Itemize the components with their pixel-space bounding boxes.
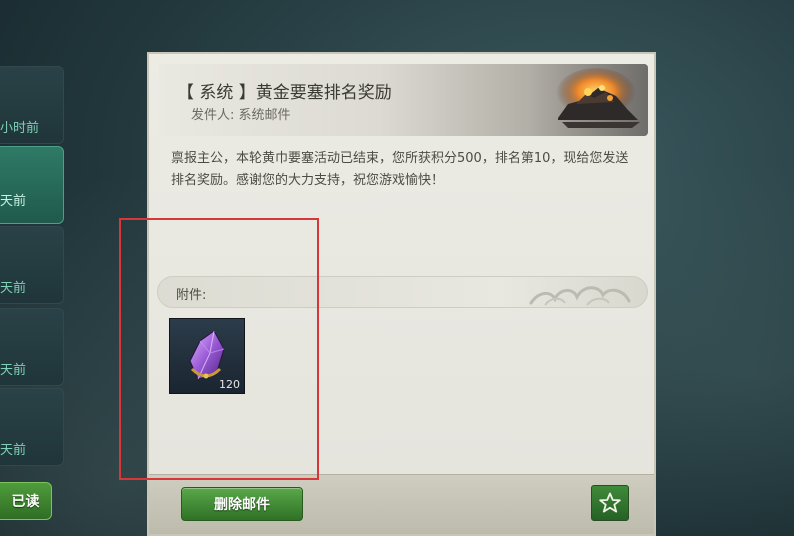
mail-body: 禀报主公，本轮黄巾要塞活动已结束，您所获积分500，排名第10，现给您发送排名奖… bbox=[171, 151, 629, 188]
mail-item-time: 天前 bbox=[0, 363, 27, 378]
mail-list-item[interactable]: 天前 bbox=[0, 308, 64, 386]
cloud-pattern-icon bbox=[529, 286, 631, 306]
mail-header-banner: 【 系统 】黄金要塞排名奖励 发件人: 系统邮件 bbox=[159, 64, 648, 136]
mail-list-item-selected[interactable]: 天前 bbox=[0, 146, 64, 224]
mail-footer: 删除邮件 bbox=[149, 474, 654, 534]
delete-mail-button[interactable]: 删除邮件 bbox=[181, 487, 303, 521]
mail-item-time: 天前 bbox=[0, 194, 27, 209]
star-icon bbox=[599, 492, 621, 513]
mail-list-item[interactable]: 天前 bbox=[0, 226, 64, 304]
burning-fortress-art-icon bbox=[528, 64, 648, 136]
read-all-button[interactable]: 已读 bbox=[0, 482, 52, 520]
sender-name: 系统邮件 bbox=[238, 108, 291, 123]
sender-row: 发件人: 系统邮件 bbox=[191, 104, 291, 123]
mail-item-time: 小时前 bbox=[0, 121, 40, 136]
favorite-button[interactable] bbox=[591, 485, 629, 521]
mail-list-item[interactable]: 天前 bbox=[0, 388, 64, 466]
mail-item-time: 天前 bbox=[0, 281, 27, 296]
highlight-annotation-box bbox=[119, 218, 319, 480]
mail-list-item[interactable]: 小时前 bbox=[0, 66, 64, 144]
mail-title: 【 系统 】黄金要塞排名奖励 bbox=[177, 83, 392, 103]
mail-item-time: 天前 bbox=[0, 443, 27, 458]
sender-label: 发件人: bbox=[191, 108, 235, 123]
